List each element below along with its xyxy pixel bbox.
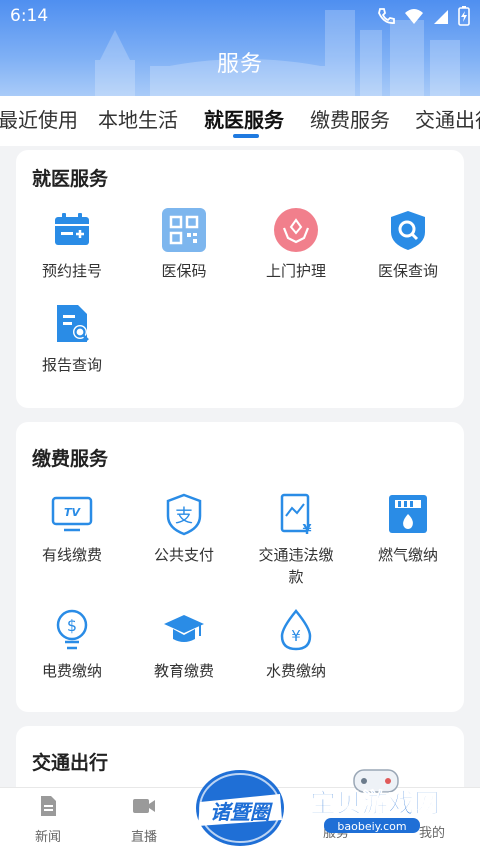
nav-news[interactable]: 新闻 <box>8 794 88 845</box>
shield-search-icon <box>386 208 430 252</box>
service-label: 预约挂号 <box>41 262 102 280</box>
service-public-pay[interactable]: 支 公共支付 <box>128 492 240 566</box>
tab-payment[interactable]: 缴费服务 <box>310 104 390 133</box>
service-cable-tv[interactable]: TV 有线缴费 <box>16 492 128 566</box>
qr-code-icon <box>162 208 206 252</box>
page-title: 服务 <box>216 52 263 77</box>
service-insurance-code[interactable]: 医保码 <box>128 208 240 282</box>
tab-medical[interactable]: 就医服务 <box>204 104 284 133</box>
header: 6:14 服务 <box>0 0 480 96</box>
section-title: 就医服务 <box>32 168 109 190</box>
signal-icon <box>434 10 448 24</box>
tv-icon: TV <box>50 492 94 536</box>
tab-local-life[interactable]: 本地生活 <box>98 104 178 133</box>
care-hands-icon <box>274 208 318 252</box>
tab-transport[interactable]: 交通出行 <box>415 104 480 133</box>
nav-label: 新闻 <box>34 830 61 845</box>
svg-text:支: 支 <box>175 506 193 527</box>
service-label: 水费缴纳 <box>265 662 326 680</box>
service-label: 燃气缴纳 <box>377 546 438 564</box>
logo-text: 诸暨圈 <box>210 800 273 824</box>
service-appointment[interactable]: 预约挂号 <box>16 208 128 282</box>
gas-icon <box>386 492 430 536</box>
service-water[interactable]: ¥ 水费缴纳 <box>240 608 352 682</box>
svg-text:¥: ¥ <box>291 627 301 645</box>
svg-text:¥: ¥ <box>302 523 311 536</box>
service-label: 电费缴纳 <box>41 662 102 680</box>
service-label: 交通违法缴款 <box>258 546 334 586</box>
video-icon <box>133 799 155 813</box>
alipay-shield-icon: 支 <box>162 492 206 536</box>
section-title: 缴费服务 <box>32 448 109 470</box>
service-label: 医保码 <box>161 262 207 280</box>
service-report-query[interactable]: 报告查询 <box>16 302 128 376</box>
wifi-icon <box>405 9 423 24</box>
status-time: 6:14 <box>10 6 49 26</box>
calendar-icon <box>50 208 94 252</box>
watermark-text: 宝贝游戏网 <box>310 788 440 819</box>
svg-text:TV: TV <box>64 506 82 519</box>
news-icon <box>41 796 56 816</box>
medical-services-card: 就医服务 预约挂号 医保码 上门护理 医保查询 报告查询 <box>16 150 464 408</box>
status-bar: 6:14 <box>0 0 480 34</box>
electric-bulb-icon: $ <box>50 608 94 652</box>
service-label: 上门护理 <box>265 262 326 280</box>
report-search-icon <box>50 302 94 346</box>
active-tab-indicator <box>233 134 259 138</box>
service-label: 教育缴费 <box>153 662 214 680</box>
graduation-cap-icon <box>162 608 206 652</box>
nav-zhujiquan[interactable]: 诸暨圈 <box>192 766 288 848</box>
watermark-sub: baobeiy.com <box>337 820 406 833</box>
status-icons <box>376 6 470 26</box>
service-traffic-fine[interactable]: ¥ 交通违法缴款 <box>240 492 352 588</box>
service-electricity[interactable]: $ 电费缴纳 <box>16 608 128 682</box>
nav-label: 直播 <box>130 830 157 845</box>
water-drop-icon: ¥ <box>274 608 318 652</box>
nav-live[interactable]: 直播 <box>104 794 184 845</box>
service-home-care[interactable]: 上门护理 <box>240 208 352 282</box>
tab-recent[interactable]: 最近使用 <box>0 104 78 133</box>
watermark-logo: 宝贝游戏网 baobeiy.com <box>304 768 454 834</box>
category-tabs: 最近使用 本地生活 就医服务 缴费服务 交通出行 <box>0 96 480 146</box>
service-education[interactable]: 教育缴费 <box>128 608 240 682</box>
section-title: 交通出行 <box>32 752 109 774</box>
battery-icon <box>458 6 470 26</box>
service-gas[interactable]: 燃气缴纳 <box>352 492 464 566</box>
payment-services-card: 缴费服务 TV 有线缴费 支 公共支付 ¥ 交通违法缴款 燃气缴纳 $ 电费缴纳 <box>16 422 464 712</box>
service-label: 医保查询 <box>377 262 438 280</box>
wifi-call-icon <box>378 8 395 24</box>
service-label: 公共支付 <box>153 546 214 564</box>
traffic-fine-icon: ¥ <box>274 492 318 538</box>
logo-icon: 诸暨圈 <box>196 770 284 846</box>
svg-text:$: $ <box>67 616 77 635</box>
service-label: 有线缴费 <box>41 546 102 564</box>
service-insurance-query[interactable]: 医保查询 <box>352 208 464 282</box>
service-label: 报告查询 <box>41 356 102 374</box>
